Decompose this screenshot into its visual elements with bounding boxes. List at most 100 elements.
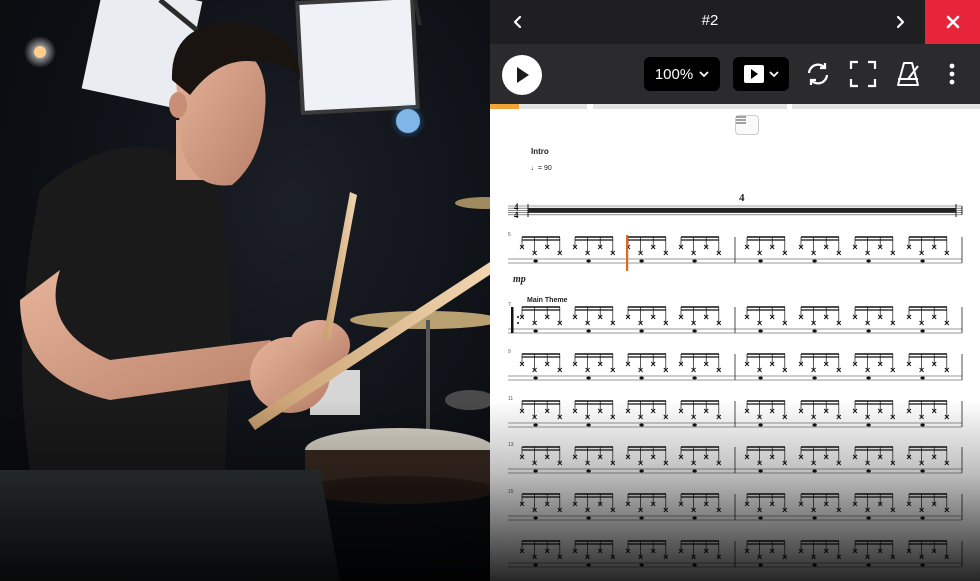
close-icon bbox=[946, 15, 959, 29]
snare-note bbox=[533, 516, 538, 520]
snare-note bbox=[533, 376, 538, 380]
progress-segment[interactable] bbox=[792, 104, 980, 109]
snare-note bbox=[639, 516, 644, 520]
snare-note bbox=[758, 469, 763, 473]
snare-note bbox=[920, 329, 925, 333]
close-button[interactable] bbox=[925, 0, 980, 44]
playback-cursor bbox=[626, 235, 629, 271]
chevron-down-icon bbox=[768, 70, 779, 77]
tempo-marking: ♩= 90 bbox=[531, 165, 552, 172]
metronome-icon bbox=[897, 62, 919, 86]
snare-note bbox=[639, 329, 644, 333]
chevron-left-icon bbox=[513, 15, 522, 29]
time-signature-bottom: 4 bbox=[514, 210, 519, 220]
snare-note bbox=[586, 516, 591, 520]
snare-note bbox=[866, 516, 871, 520]
snare-note bbox=[812, 563, 817, 567]
chevron-down-icon bbox=[699, 70, 709, 77]
metronome-button[interactable] bbox=[892, 58, 924, 90]
snare-note bbox=[639, 469, 644, 473]
play-square-icon bbox=[743, 65, 764, 83]
snare-note bbox=[758, 563, 763, 567]
lesson-video[interactable] bbox=[0, 0, 490, 581]
chevron-right-icon bbox=[896, 15, 905, 29]
playback-mode-dropdown[interactable] bbox=[733, 57, 789, 91]
fullscreen-button[interactable] bbox=[847, 58, 879, 90]
quarter-note-icon: ♩ bbox=[531, 165, 538, 172]
zoom-value: 100% bbox=[654, 65, 694, 83]
measure-number: 9 bbox=[508, 349, 511, 355]
app-window: #2 100% 4 4 5 7 9 11 13 15 Intro ♩= 90 4… bbox=[0, 0, 980, 581]
snare-note bbox=[758, 376, 763, 380]
snare-note bbox=[866, 563, 871, 567]
zoom-dropdown[interactable]: 100% bbox=[644, 57, 720, 91]
loop-button[interactable] bbox=[802, 58, 834, 90]
snare-note bbox=[692, 469, 697, 473]
snare-note bbox=[866, 329, 871, 333]
snare-note bbox=[758, 423, 763, 427]
sheet-music-viewer: #2 100% 4 4 5 7 9 11 13 15 Intro ♩= 90 4… bbox=[490, 0, 980, 581]
lesson-title: #2 bbox=[701, 12, 719, 29]
snare-note bbox=[920, 563, 925, 567]
snare-note bbox=[866, 423, 871, 427]
snare-note bbox=[920, 469, 925, 473]
snare-note bbox=[692, 516, 697, 520]
playback-toolbar: 100% bbox=[490, 44, 980, 104]
snare-note bbox=[586, 423, 591, 427]
previous-button[interactable] bbox=[496, 0, 540, 44]
snare-note bbox=[533, 423, 538, 427]
more-options-button[interactable] bbox=[936, 58, 968, 90]
measure-number: 7 bbox=[508, 302, 511, 308]
snare-note bbox=[920, 516, 925, 520]
snare-note bbox=[812, 259, 817, 263]
snare-note bbox=[920, 259, 925, 263]
repeat-dot bbox=[517, 322, 519, 324]
snare-note bbox=[758, 329, 763, 333]
measure-number: 11 bbox=[508, 396, 513, 402]
measure-number: 13 bbox=[508, 442, 514, 448]
snare-note bbox=[692, 423, 697, 427]
snare-note bbox=[586, 329, 591, 333]
snare-note bbox=[533, 329, 538, 333]
snare-note bbox=[586, 259, 591, 263]
snare-note bbox=[586, 469, 591, 473]
song-progress-bar[interactable] bbox=[490, 104, 980, 111]
sheet-music[interactable]: 4 4 5 7 9 11 13 15 Intro ♩= 90 4 mp Main Theme bbox=[490, 111, 980, 581]
drummer-video-frame bbox=[0, 0, 490, 581]
more-vertical-icon bbox=[949, 63, 955, 85]
section-label-main-theme: Main Theme bbox=[527, 297, 568, 304]
snare-note bbox=[586, 563, 591, 567]
snare-note bbox=[866, 259, 871, 263]
snare-note bbox=[866, 376, 871, 380]
multirest-count: 4 bbox=[739, 192, 745, 204]
progress-segment[interactable] bbox=[593, 104, 787, 109]
snare-note bbox=[639, 376, 644, 380]
snare-note bbox=[692, 259, 697, 263]
drummer bbox=[0, 22, 350, 581]
snare-note bbox=[692, 563, 697, 567]
title-bar: #2 bbox=[490, 0, 980, 44]
play-icon bbox=[517, 67, 529, 83]
snare-note bbox=[692, 376, 697, 380]
progress-segment[interactable] bbox=[490, 104, 587, 109]
snare-note bbox=[533, 563, 538, 567]
snare-note bbox=[639, 423, 644, 427]
snare-note bbox=[586, 376, 591, 380]
repeat-dot bbox=[517, 316, 519, 318]
next-button[interactable] bbox=[878, 0, 922, 44]
snare-note bbox=[812, 423, 817, 427]
snare-note bbox=[533, 259, 538, 263]
play-button[interactable] bbox=[502, 55, 542, 95]
snare-note bbox=[812, 329, 817, 333]
snare-note bbox=[639, 259, 644, 263]
snare-note bbox=[920, 423, 925, 427]
repeat-barline bbox=[511, 307, 514, 333]
notation-canvas: 44579111315 bbox=[508, 202, 963, 568]
loop-icon bbox=[807, 63, 829, 85]
snare-note bbox=[533, 469, 538, 473]
fullscreen-icon bbox=[849, 60, 877, 88]
snare-note bbox=[692, 329, 697, 333]
measure-number: 15 bbox=[508, 489, 514, 495]
snare-note bbox=[812, 376, 817, 380]
snare-note bbox=[812, 516, 817, 520]
